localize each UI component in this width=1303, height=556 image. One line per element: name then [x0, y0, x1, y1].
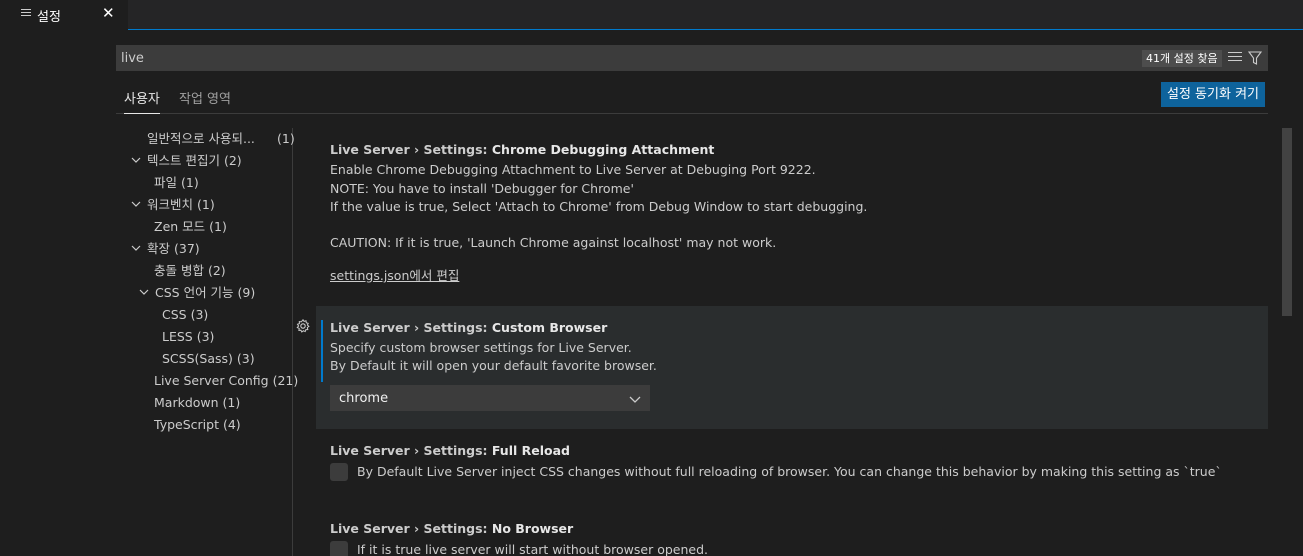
toc-item-live-server-config[interactable]: Live Server Config (21) — [154, 370, 298, 392]
setting-chrome-debugging-attachment: Live Server › Settings: Chrome Debugging… — [316, 128, 1268, 298]
chevron-down-icon — [130, 242, 142, 254]
chevron-down-icon — [138, 286, 150, 298]
toc-item-count: (37) — [174, 241, 200, 256]
toc-item-count: (1) — [222, 395, 241, 410]
tab-settings[interactable]: 설정 ✕ — [0, 0, 128, 30]
setting-name: Full Reload — [491, 443, 570, 458]
toc-item-scss[interactable]: SCSS(Sass) (3) — [162, 348, 255, 370]
toc-item-less[interactable]: LESS (3) — [162, 326, 214, 348]
toc-item-merge-conflict[interactable]: 충돌 병합 (2) — [154, 260, 226, 282]
turn-on-settings-sync-button[interactable]: 설정 동기화 켜기 — [1161, 82, 1265, 107]
toc-item-count: (2) — [223, 153, 242, 168]
setting-category: Live Server › Settings: — [330, 320, 492, 335]
edit-in-settings-json-link[interactable]: settings.json에서 편집 — [330, 265, 459, 284]
settings-toc-tree: 일반적으로 사용되... (1) 텍스트 편집기 (2) 파일 (1) 워크벤치… — [116, 128, 298, 556]
toc-item-label: CSS 언어 기능 — [155, 285, 234, 300]
no-browser-checkbox-label[interactable]: If it is true live server will start wit… — [357, 542, 708, 556]
toc-item-markdown[interactable]: Markdown (1) — [154, 392, 240, 414]
toc-item-workbench[interactable]: 워크벤치 (1) — [130, 194, 215, 216]
toc-item-label: SCSS(Sass) — [162, 351, 233, 366]
setting-description-line: By Default it will open your default fav… — [330, 358, 657, 373]
setting-name: Custom Browser — [491, 320, 608, 335]
toc-item-count: (1) — [277, 131, 295, 146]
tab-settings-label: 설정 — [37, 10, 61, 25]
setting-description-line: CAUTION: If it is true, 'Launch Chrome a… — [330, 235, 777, 250]
toc-item-count: (1) — [209, 219, 227, 234]
toc-item-label: LESS — [162, 329, 193, 344]
chevron-down-icon — [130, 154, 142, 166]
setting-full-reload: Live Server › Settings: Full Reload By D… — [316, 429, 1268, 509]
setting-name: No Browser — [491, 521, 574, 536]
chevron-down-icon — [629, 394, 641, 404]
settings-list-icon — [21, 9, 31, 19]
setting-category: Live Server › Settings: — [330, 521, 492, 536]
settings-search-input[interactable] — [121, 49, 1021, 67]
setting-description-line: Specify custom browser settings for Live… — [330, 340, 632, 355]
toc-item-label: 일반적으로 사용되... — [147, 131, 255, 146]
setting-custom-browser: Live Server › Settings: Custom Browser S… — [296, 306, 1268, 429]
toc-item-typescript[interactable]: TypeScript (4) — [154, 414, 241, 436]
toc-item-count: (2) — [207, 263, 226, 278]
toc-item-label: 텍스트 편집기 — [147, 153, 220, 168]
setting-title: Live Server › Settings: Full Reload — [330, 443, 570, 458]
toc-item-count: (9) — [237, 285, 256, 300]
toc-item-css[interactable]: CSS (3) — [162, 304, 208, 326]
clear-filter-icon[interactable] — [1228, 52, 1242, 64]
setting-name: Chrome Debugging Attachment — [491, 142, 715, 157]
chevron-down-icon — [130, 198, 142, 210]
toc-item-label: TypeScript — [154, 417, 219, 432]
toc-item-count: (3) — [236, 351, 255, 366]
toc-item-label: 확장 — [147, 241, 171, 256]
setting-title: Live Server › Settings: No Browser — [330, 521, 573, 536]
toc-item-extensions[interactable]: 확장 (37) — [130, 238, 200, 260]
toc-item-text-editor[interactable]: 텍스트 편집기 (2) — [130, 150, 242, 172]
no-browser-checkbox[interactable] — [330, 541, 348, 556]
setting-description-line: NOTE: You have to install 'Debugger for … — [330, 181, 634, 196]
editor-tab-bar: 설정 ✕ — [0, 0, 1303, 30]
setting-category: Live Server › Settings: — [330, 142, 492, 157]
toc-item-zen-mode[interactable]: Zen 모드 (1) — [154, 216, 227, 238]
settings-list: Live Server › Settings: Chrome Debugging… — [294, 128, 1280, 556]
toc-item-label: Zen 모드 — [154, 219, 206, 234]
custom-browser-select[interactable]: chrome — [330, 385, 650, 411]
toc-item-count: (4) — [222, 417, 241, 432]
gear-icon[interactable] — [296, 318, 310, 333]
tab-workspace-settings[interactable]: 작업 영역 — [179, 88, 231, 107]
scrollbar-thumb[interactable] — [1282, 128, 1292, 316]
toc-item-label: 워크벤치 — [147, 197, 194, 212]
toc-item-commonly-used[interactable]: 일반적으로 사용되... (1) — [147, 128, 295, 150]
toc-item-css-language-features[interactable]: CSS 언어 기능 (9) — [138, 282, 255, 304]
tab-user-settings[interactable]: 사용자 — [124, 88, 160, 114]
setting-no-browser: Live Server › Settings: No Browser If it… — [316, 507, 1268, 556]
custom-browser-select-value: chrome — [339, 391, 389, 406]
toc-item-count: (1) — [181, 175, 199, 190]
vertical-scrollbar[interactable] — [1280, 128, 1294, 556]
toc-item-label: Live Server Config — [154, 373, 269, 388]
toc-item-count: (1) — [197, 197, 215, 212]
toc-item-count: (3) — [196, 329, 215, 344]
settings-search-box: 41개 설정 찾음 — [116, 45, 1268, 71]
result-count-badge: 41개 설정 찾음 — [1142, 50, 1222, 67]
toc-item-label: CSS — [162, 307, 187, 322]
settings-scope-tabs: 사용자 작업 영역 설정 동기화 켜기 — [116, 82, 1268, 114]
setting-description-line: If the value is true, Select 'Attach to … — [330, 199, 868, 214]
toc-item-label: 충돌 병합 — [154, 263, 204, 278]
setting-title: Live Server › Settings: Custom Browser — [330, 320, 607, 335]
filter-icon[interactable] — [1247, 50, 1263, 66]
close-icon[interactable]: ✕ — [102, 4, 115, 22]
setting-title: Live Server › Settings: Chrome Debugging… — [330, 142, 714, 157]
setting-category: Live Server › Settings: — [330, 443, 492, 458]
focus-indicator — [321, 320, 323, 382]
toc-item-files[interactable]: 파일 (1) — [154, 172, 199, 194]
full-reload-checkbox[interactable] — [330, 463, 348, 481]
toc-item-count: (3) — [190, 307, 209, 322]
setting-description-line: Enable Chrome Debugging Attachment to Li… — [330, 162, 816, 177]
full-reload-checkbox-label[interactable]: By Default Live Server inject CSS change… — [357, 464, 1222, 479]
toc-item-label: 파일 — [154, 175, 178, 190]
toc-item-label: Markdown — [154, 395, 219, 410]
